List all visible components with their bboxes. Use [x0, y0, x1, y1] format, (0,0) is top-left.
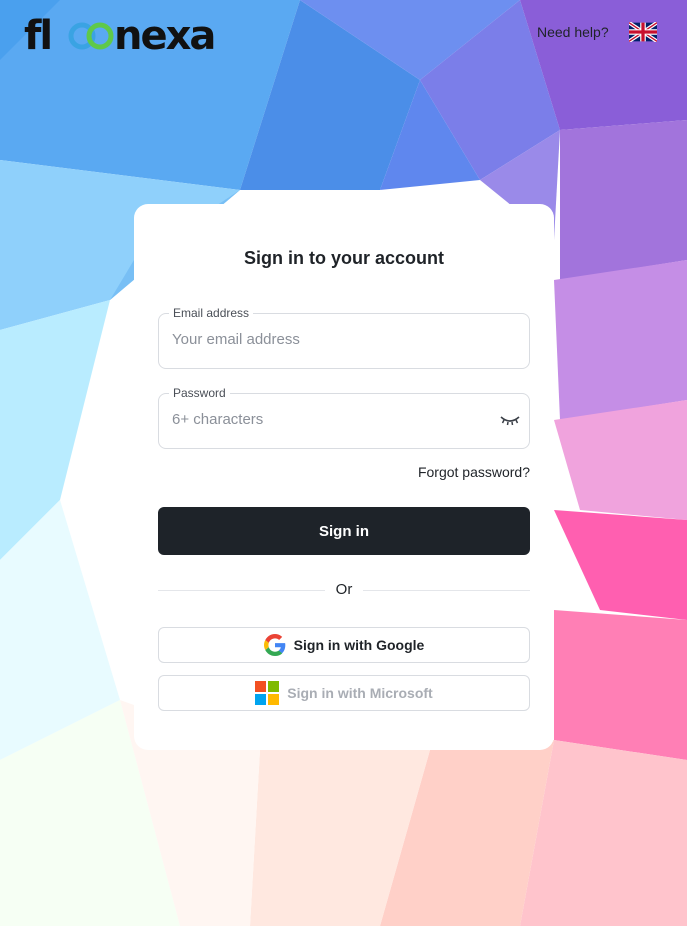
email-field[interactable]: Email address [158, 306, 530, 369]
card-title: Sign in to your account [243, 248, 444, 268]
floonexa-logo[interactable]: fl nexa [24, 10, 216, 59]
forgot-password-link[interactable]: Forgot password? [418, 464, 530, 480]
divider-or-text: Or [325, 581, 363, 598]
microsoft-signin-button[interactable]: Sign in with Microsoft [158, 675, 530, 711]
password-input[interactable] [172, 411, 492, 428]
google-signin-button[interactable]: Sign in with Google [158, 627, 530, 663]
uk-flag-icon[interactable] [627, 21, 659, 43]
microsoft-icon [255, 681, 280, 705]
signin-card: Sign in to your account Email address Pa… [134, 204, 554, 750]
need-help-link[interactable]: Need help? [537, 24, 609, 40]
password-field[interactable]: Password [158, 386, 530, 449]
email-label: Email address [169, 306, 254, 320]
google-icon [263, 634, 286, 656]
email-input[interactable] [172, 331, 492, 348]
svg-text:nexa: nexa [114, 13, 214, 56]
password-label: Password [169, 386, 230, 400]
svg-text:fl: fl [24, 13, 51, 56]
google-button-label: Sign in with Google [293, 637, 425, 653]
signin-button[interactable]: Sign in [158, 507, 530, 555]
eye-closed-icon[interactable] [500, 413, 520, 427]
microsoft-button-label: Sign in with Microsoft [287, 685, 433, 701]
